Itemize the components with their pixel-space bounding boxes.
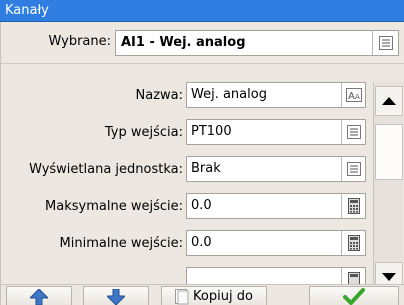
svg-text:A: A xyxy=(348,91,355,102)
display-unit-value: Brak xyxy=(191,161,221,176)
input-type-value: PT100 xyxy=(191,124,232,139)
scroll-up-button[interactable] xyxy=(375,86,403,116)
scroll-thumb[interactable] xyxy=(375,124,403,180)
copy-icon xyxy=(175,288,189,304)
input-type-list-button[interactable] xyxy=(341,120,365,144)
form-row-max: Maksymalne wejście: 0.0 xyxy=(1,193,371,221)
name-field[interactable]: Wej. analog A A xyxy=(186,82,366,108)
min-input-value: 0.0 xyxy=(191,235,212,250)
selected-label: Wybrane: xyxy=(48,34,112,49)
triangle-down-icon xyxy=(382,273,396,281)
font-button[interactable]: A A xyxy=(341,83,365,107)
field-label-typ-wejscia: Typ wejścia: xyxy=(104,125,183,140)
field-label-nazwa: Nazwa: xyxy=(135,88,184,103)
selected-list-button[interactable] xyxy=(372,31,398,55)
selected-channel-row: Wybrane: AI1 - Wej. analog xyxy=(1,22,404,64)
form-row-min: Minimalne wejście: 0.0 xyxy=(1,230,371,258)
form-row-nazwa: Nazwa: Wej. analog A A xyxy=(1,82,371,110)
dialog-body: Wybrane: AI1 - Wej. analog Nazwa: Wej. a… xyxy=(0,22,404,305)
window-title-bar: Kanały xyxy=(0,0,404,22)
checkmark-icon xyxy=(343,287,365,305)
min-input-field[interactable]: 0.0 xyxy=(186,230,366,256)
svg-text:A: A xyxy=(355,93,360,101)
field-label-max: Maksymalne wejście: xyxy=(45,199,183,214)
form-row-jednostka: Wyświetlana jednostka: Brak xyxy=(1,156,371,184)
form-scrollbar[interactable] xyxy=(373,82,403,296)
input-type-field[interactable]: PT100 xyxy=(186,119,366,145)
max-input-field[interactable]: 0.0 xyxy=(186,193,366,219)
calculator-icon xyxy=(347,235,360,251)
move-up-button[interactable] xyxy=(6,286,72,305)
arrow-up-icon xyxy=(30,288,48,305)
list-icon xyxy=(346,162,361,176)
display-unit-list-button[interactable] xyxy=(341,157,365,181)
window-title: Kanały xyxy=(5,3,49,18)
min-calculator-button[interactable] xyxy=(341,231,365,255)
selected-channel-field[interactable]: AI1 - Wej. analog xyxy=(115,30,399,56)
channel-form: Nazwa: Wej. analog A A Typ wejścia: PT10… xyxy=(1,68,371,290)
copy-to-button[interactable]: Kopiuj do xyxy=(161,286,267,305)
max-input-value: 0.0 xyxy=(191,198,212,213)
display-unit-field[interactable]: Brak xyxy=(186,156,366,182)
name-value: Wej. analog xyxy=(191,87,267,102)
triangle-up-icon xyxy=(382,97,396,105)
list-icon xyxy=(378,36,393,50)
confirm-button[interactable] xyxy=(309,286,399,305)
font-icon: A A xyxy=(345,88,362,102)
arrow-down-icon xyxy=(107,288,125,305)
calculator-icon xyxy=(347,198,360,214)
field-label-min: Minimalne wejście: xyxy=(59,236,183,251)
form-row-typ-wejscia: Typ wejścia: PT100 xyxy=(1,119,371,147)
selected-channel-value: AI1 - Wej. analog xyxy=(121,35,246,50)
list-icon xyxy=(346,125,361,139)
bottom-toolbar: Kopiuj do xyxy=(1,284,404,305)
field-label-jednostka: Wyświetlana jednostka: xyxy=(29,162,183,177)
move-down-button[interactable] xyxy=(83,286,149,305)
max-calculator-button[interactable] xyxy=(341,194,365,218)
copy-to-label: Kopiuj do xyxy=(193,289,253,304)
